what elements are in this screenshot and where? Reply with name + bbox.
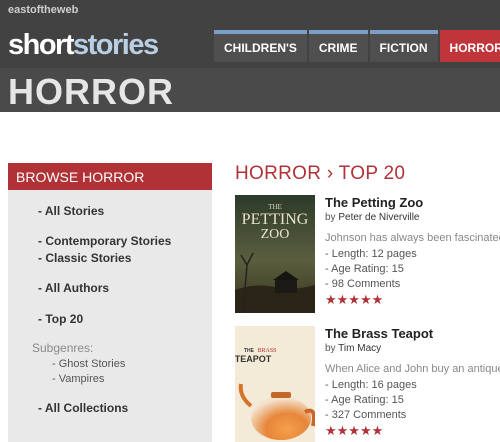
- sidebar-link-contemporary-stories[interactable]: - Contemporary Stories: [38, 234, 171, 248]
- story-info: The Brass Teapot by Tim Macy When Alice …: [325, 326, 500, 438]
- story-title[interactable]: The Petting Zoo: [325, 195, 500, 211]
- story-item: THE BRASS TEAPOT The Brass Teapot by Tim…: [235, 326, 500, 442]
- sidebar-link-vampires[interactable]: - Vampires: [52, 373, 104, 385]
- sidebar-link-classic-stories[interactable]: - Classic Stories: [38, 251, 131, 265]
- site-brand-small[interactable]: eastoftheweb: [8, 4, 78, 16]
- story-age-rating: - Age Rating: 15: [325, 394, 404, 406]
- site-header: eastoftheweb shortstories CHILDREN'S CRI…: [0, 0, 500, 112]
- story-author: by Tim Macy: [325, 342, 500, 356]
- logo-word-stories: stories: [73, 29, 159, 61]
- section-heading: HORROR › TOP 20: [235, 163, 406, 184]
- subgenres-label: Subgenres:: [32, 341, 94, 355]
- sidebar-heading: BROWSE HORROR: [8, 163, 212, 190]
- site-logo[interactable]: shortstories: [8, 28, 159, 62]
- story-comments[interactable]: - 327 Comments: [325, 408, 500, 423]
- story-comments[interactable]: - 98 Comments: [325, 277, 500, 292]
- cover-title-line1: PETTING: [242, 211, 309, 228]
- sidebar-link-all-authors[interactable]: - All Authors: [38, 281, 109, 295]
- sidebar-link-ghost-stories[interactable]: - Ghost Stories: [52, 358, 125, 370]
- story-length: - Length: 16 pages: [325, 379, 417, 391]
- story-info: The Petting Zoo by Peter de Niverville J…: [325, 195, 500, 307]
- cover-art: THE PETTING ZOO: [235, 195, 315, 313]
- story-item: THE PETTING ZOO The Petting Zoo by Peter…: [235, 195, 500, 313]
- story-age-rating: - Age Rating: 15: [325, 263, 404, 275]
- sidebar: BROWSE HORROR - All Stories - Contempora…: [8, 163, 212, 442]
- by-label: by: [325, 212, 336, 223]
- by-label: by: [325, 343, 336, 354]
- cover-title-line0: THE: [268, 203, 282, 211]
- genre-nav: CHILDREN'S CRIME FICTION HORROR: [214, 30, 500, 62]
- author-link[interactable]: Tim Macy: [338, 343, 381, 354]
- story-title[interactable]: The Brass Teapot: [325, 326, 500, 342]
- nav-tab-fiction[interactable]: FICTION: [369, 30, 438, 62]
- nav-tab-childrens[interactable]: CHILDREN'S: [214, 30, 307, 62]
- author-link[interactable]: Peter de Niverville: [338, 212, 419, 223]
- cover-art: THE BRASS TEAPOT: [235, 326, 315, 442]
- star-rating: ★★★★★: [325, 423, 384, 438]
- sidebar-link-all-stories[interactable]: - All Stories: [38, 204, 104, 218]
- page-title: HORROR: [8, 71, 174, 112]
- nav-tab-crime[interactable]: CRIME: [308, 30, 368, 62]
- cover-title-line2: ZOO: [261, 227, 290, 242]
- story-cover-petting-zoo[interactable]: THE PETTING ZOO: [235, 195, 315, 313]
- logo-word-short: short: [8, 29, 75, 61]
- sidebar-link-top-20[interactable]: - Top 20: [38, 312, 83, 326]
- story-teaser: Johnson has always been fascinated: [325, 232, 500, 244]
- page: eastoftheweb shortstories CHILDREN'S CRI…: [0, 0, 500, 442]
- story-length: - Length: 12 pages: [325, 248, 417, 260]
- sidebar-link-all-collections[interactable]: - All Collections: [38, 401, 128, 415]
- nav-tab-horror[interactable]: HORROR: [439, 30, 500, 62]
- story-cover-brass-teapot[interactable]: THE BRASS TEAPOT: [235, 326, 315, 442]
- story-teaser: When Alice and John buy an antique: [325, 363, 500, 375]
- cover-title-line2: TEAPOT: [235, 354, 272, 364]
- star-rating: ★★★★★: [325, 292, 384, 307]
- story-author: by Peter de Niverville: [325, 211, 500, 225]
